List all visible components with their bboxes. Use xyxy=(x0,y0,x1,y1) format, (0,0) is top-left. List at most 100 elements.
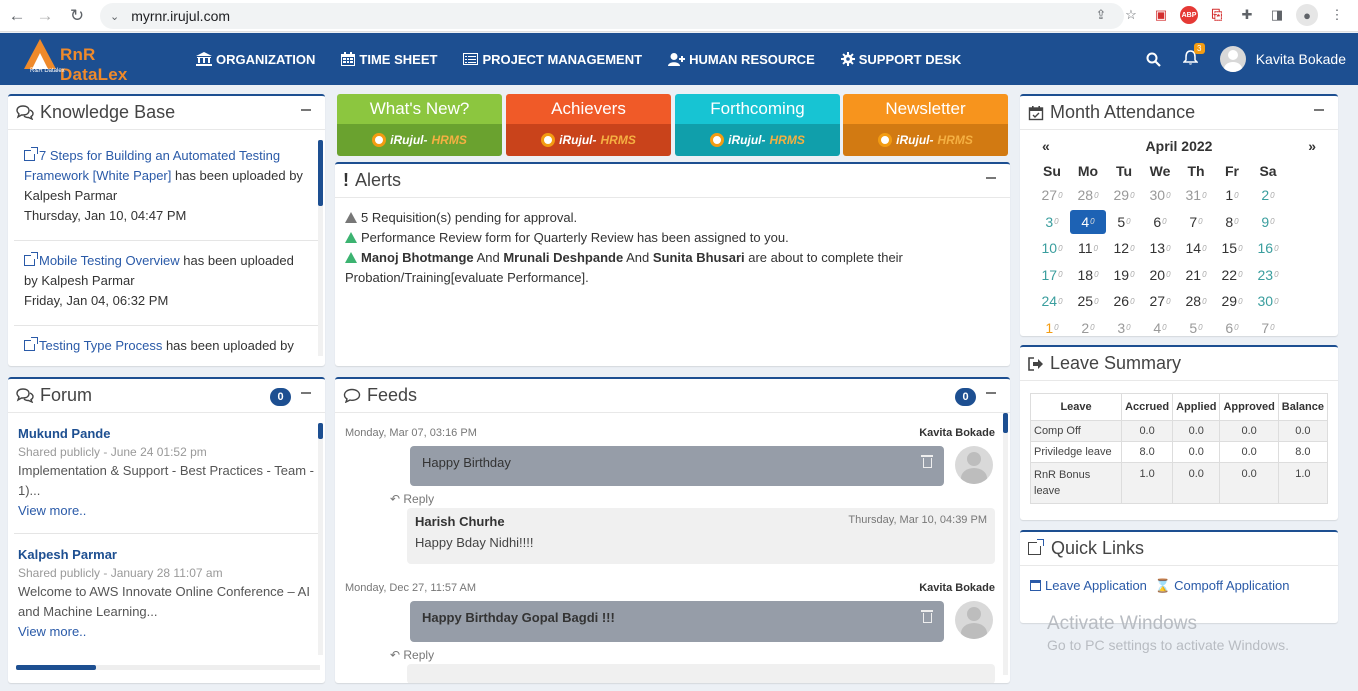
reply-button[interactable]: ↶ Reply xyxy=(390,648,434,662)
leave-balance: 1.0 xyxy=(1277,462,1329,504)
brand-logo[interactable]: RnR DataLex R&R Datalex xyxy=(20,35,160,84)
browser-menu-icon[interactable]: ⋮ xyxy=(1326,4,1348,26)
calendar-day[interactable]: 60 xyxy=(1214,315,1250,337)
collapse-button[interactable] xyxy=(1314,109,1324,111)
collapse-button[interactable] xyxy=(301,109,311,111)
forum-author[interactable]: Mukund Pande xyxy=(18,425,315,443)
adblock-icon[interactable]: ABP xyxy=(1180,6,1198,24)
collapse-button[interactable] xyxy=(986,392,996,394)
calendar-day[interactable]: 31 0 xyxy=(1178,182,1214,209)
scrollbar-thumb[interactable] xyxy=(1003,413,1008,433)
calendar-day[interactable]: 27 0 xyxy=(1142,288,1178,315)
calendar-day[interactable]: 16 0 xyxy=(1250,235,1286,262)
menu-time-sheet[interactable]: TIME SHEET xyxy=(341,52,437,67)
calendar-day[interactable]: 26 0 xyxy=(1106,288,1142,315)
trash-icon[interactable] xyxy=(921,455,933,468)
back-icon[interactable]: ← xyxy=(4,3,30,29)
calendar-day[interactable]: 70 xyxy=(1250,315,1286,337)
calendar-day[interactable]: 30 xyxy=(1034,209,1070,236)
calendar-day[interactable]: 30 xyxy=(1106,315,1142,337)
calendar-day[interactable]: 14 0 xyxy=(1178,235,1214,262)
calendar-day[interactable]: 20 0 xyxy=(1142,262,1178,289)
user-menu[interactable]: Kavita Bokade xyxy=(1219,46,1346,72)
kb-link[interactable]: Mobile Testing Overview xyxy=(39,253,180,268)
menu-project-management[interactable]: PROJECT MANAGEMENT xyxy=(463,52,642,67)
calendar-next-button[interactable]: » xyxy=(1308,138,1316,154)
calendar-day[interactable]: 90 xyxy=(1250,209,1286,236)
collapse-button[interactable] xyxy=(301,392,311,394)
calendar-day[interactable]: 50 xyxy=(1106,209,1142,236)
day-marker: 0 xyxy=(1166,190,1171,200)
share-icon[interactable]: ⇪ xyxy=(1090,4,1112,26)
notifications-button[interactable]: 3 xyxy=(1181,42,1205,69)
calendar-day[interactable]: 40 xyxy=(1142,315,1178,337)
calendar-day[interactable]: 23 0 xyxy=(1250,262,1286,289)
search-icon[interactable] xyxy=(1146,52,1161,67)
calendar-day[interactable]: 19 0 xyxy=(1106,262,1142,289)
tile-forthcoming[interactable]: Forthcoming iRujul- HRMS xyxy=(675,94,840,156)
reply-button[interactable]: ↶ Reply xyxy=(390,492,434,506)
compoff-application-link[interactable]: ⌛ Compoff Application xyxy=(1155,578,1290,594)
leave-approved: 0.0 xyxy=(1219,441,1279,463)
calendar-day[interactable]: 17 0 xyxy=(1034,262,1070,289)
calendar-day[interactable]: 40 xyxy=(1070,209,1106,234)
calendar-day[interactable]: 11 0 xyxy=(1070,235,1106,262)
calendar-day[interactable]: 10 0 xyxy=(1034,235,1070,262)
calendar-prev-button[interactable]: « xyxy=(1042,138,1050,154)
tile-whats-new[interactable]: What's New? iRujul- HRMS xyxy=(337,94,502,156)
leave-application-link[interactable]: Leave Application xyxy=(1030,578,1147,594)
calendar-day[interactable]: 24 0 xyxy=(1034,288,1070,315)
pdf-extension-icon[interactable]: ⎘ xyxy=(1206,4,1228,26)
collapse-button[interactable] xyxy=(986,177,996,179)
calendar-day[interactable]: 13 0 xyxy=(1142,235,1178,262)
forum-author[interactable]: Kalpesh Parmar xyxy=(18,546,315,564)
view-more-link[interactable]: View more.. xyxy=(18,622,315,642)
calendar-day[interactable]: 20 xyxy=(1250,182,1286,209)
calendar-day[interactable]: 22 0 xyxy=(1214,262,1250,289)
scrollbar-track[interactable] xyxy=(1003,413,1008,675)
calendar-day[interactable]: 10 xyxy=(1034,315,1070,337)
menu-human-resource[interactable]: HUMAN RESOURCE xyxy=(668,52,815,67)
scrollbar-thumb[interactable] xyxy=(318,140,323,206)
calendar-day[interactable]: 18 0 xyxy=(1070,262,1106,289)
calendar-day[interactable]: 28 0 xyxy=(1178,288,1214,315)
day-number: 22 xyxy=(1221,266,1238,283)
calendar-day[interactable]: 12 0 xyxy=(1106,235,1142,262)
scrollbar-track[interactable] xyxy=(318,423,323,655)
view-more-link[interactable]: View more.. xyxy=(18,501,315,521)
trash-icon[interactable] xyxy=(921,610,933,623)
calendar-day[interactable]: 70 xyxy=(1178,209,1214,236)
menu-organization[interactable]: ORGANIZATION xyxy=(196,52,315,67)
calendar-day[interactable]: 25 0 xyxy=(1070,288,1106,315)
calendar-day[interactable]: 50 xyxy=(1178,315,1214,337)
calendar-day[interactable]: 60 xyxy=(1142,209,1178,236)
horizontal-scrollbar-thumb[interactable] xyxy=(16,665,96,670)
calendar-day[interactable]: 21 0 xyxy=(1178,262,1214,289)
kb-link[interactable]: Testing Type Process xyxy=(39,338,162,353)
calendar-day[interactable]: 30 0 xyxy=(1250,288,1286,315)
reload-icon[interactable]: ↻ xyxy=(64,3,90,29)
profile-icon[interactable]: ● xyxy=(1296,4,1318,26)
extension-red-icon[interactable]: ▣ xyxy=(1150,4,1172,26)
calendar-day[interactable]: 20 xyxy=(1070,315,1106,337)
calendar-day[interactable]: 28 0 xyxy=(1070,182,1106,209)
tile-achievers[interactable]: Achievers iRujul- HRMS xyxy=(506,94,671,156)
calendar-day[interactable]: 29 0 xyxy=(1214,288,1250,315)
tile-newsletter[interactable]: Newsletter iRujul- HRMS xyxy=(843,94,1008,156)
forward-icon[interactable]: → xyxy=(32,3,58,29)
tile-label: Newsletter xyxy=(885,99,966,118)
calendar-day[interactable]: 15 0 xyxy=(1214,235,1250,262)
scrollbar-thumb[interactable] xyxy=(318,423,323,439)
extensions-puzzle-icon[interactable]: ✚ xyxy=(1236,4,1258,26)
bookmark-star-icon[interactable]: ☆ xyxy=(1120,4,1142,26)
calendar-month[interactable]: April 2022 xyxy=(1146,138,1213,154)
site-info-icon[interactable]: ⌄ xyxy=(110,10,119,23)
address-bar[interactable]: ⌄ myrnr.irujul.com xyxy=(100,3,1124,29)
calendar-day[interactable]: 27 0 xyxy=(1034,182,1070,209)
menu-support-desk[interactable]: SUPPORT DESK xyxy=(840,52,961,67)
calendar-day[interactable]: 29 0 xyxy=(1106,182,1142,209)
calendar-day[interactable]: 30 0 xyxy=(1142,182,1178,209)
sidebar-icon[interactable]: ◨ xyxy=(1266,4,1288,26)
calendar-day[interactable]: 80 xyxy=(1214,209,1250,236)
calendar-day[interactable]: 10 xyxy=(1214,182,1250,209)
